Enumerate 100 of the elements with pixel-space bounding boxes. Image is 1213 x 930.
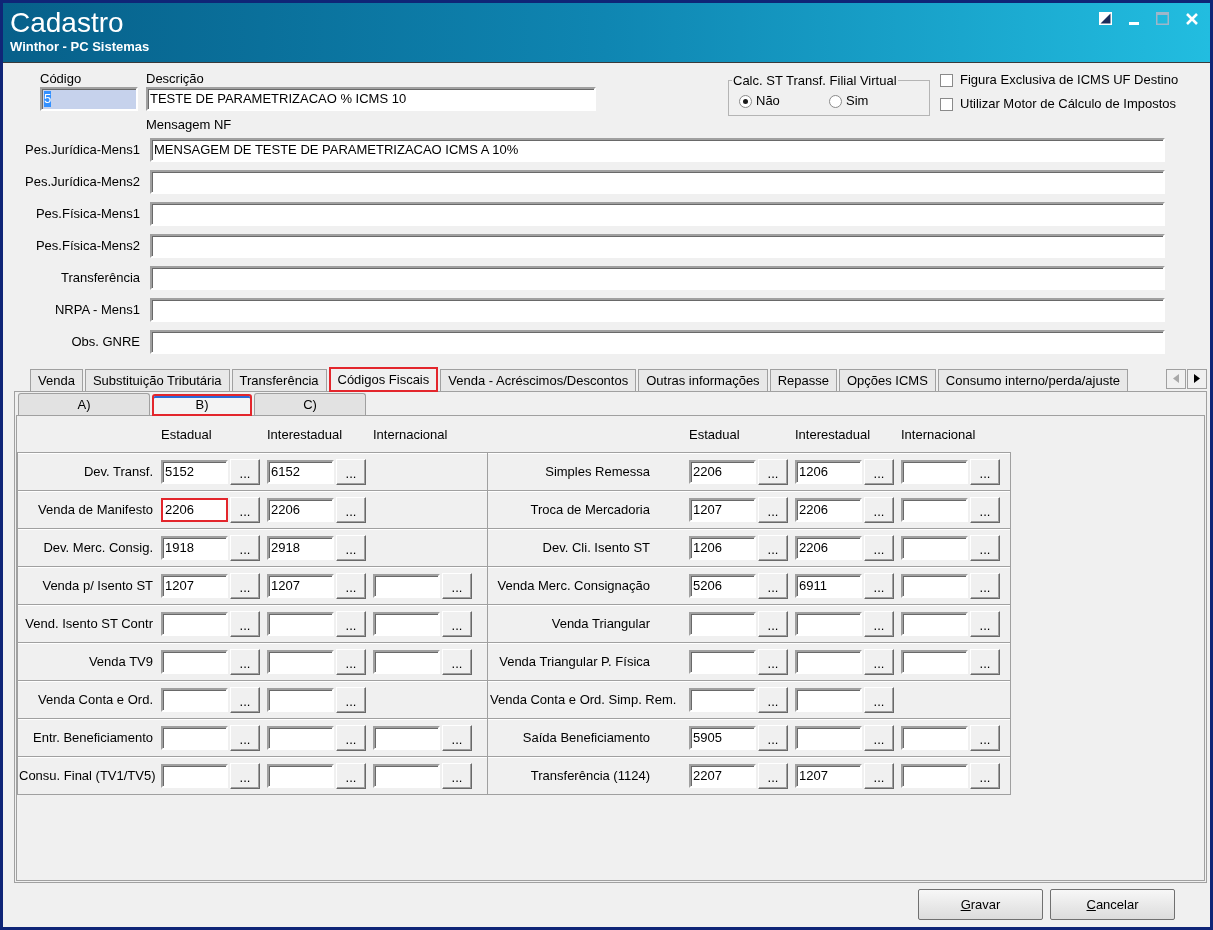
text-field[interactable] — [150, 170, 1165, 194]
lookup-button[interactable]: ... — [336, 497, 366, 523]
text-field[interactable] — [795, 612, 862, 636]
text-field[interactable]: 6152 — [267, 460, 334, 484]
lookup-button[interactable]: ... — [336, 611, 366, 637]
text-field[interactable]: 1206 — [795, 460, 862, 484]
lookup-button[interactable]: ... — [864, 573, 894, 599]
lookup-button[interactable]: ... — [758, 497, 788, 523]
text-field[interactable] — [795, 650, 862, 674]
lookup-button[interactable]: ... — [230, 497, 260, 523]
text-field[interactable] — [267, 726, 334, 750]
text-field[interactable] — [901, 764, 968, 788]
tab[interactable]: Consumo interno/perda/ajuste — [937, 369, 1129, 391]
text-field[interactable]: 6911 — [795, 574, 862, 598]
text-field[interactable] — [901, 460, 968, 484]
text-field[interactable] — [373, 764, 440, 788]
text-field[interactable]: 1207 — [267, 574, 334, 598]
lookup-button[interactable]: ... — [970, 649, 1000, 675]
text-field[interactable] — [267, 764, 334, 788]
lookup-button[interactable]: ... — [230, 611, 260, 637]
dialog-button[interactable]: Gravar — [918, 889, 1043, 920]
text-field[interactable]: 5206 — [689, 574, 756, 598]
lookup-button[interactable]: ... — [758, 687, 788, 713]
text-field[interactable] — [901, 498, 968, 522]
lookup-button[interactable]: ... — [864, 497, 894, 523]
lookup-button[interactable]: ... — [442, 573, 472, 599]
lookup-button[interactable]: ... — [864, 459, 894, 485]
text-field[interactable]: 1207 — [689, 498, 756, 522]
text-field[interactable]: TESTE DE PARAMETRIZACAO % ICMS 10 — [146, 87, 596, 111]
tab[interactable]: Outras informações — [638, 369, 768, 391]
text-field[interactable] — [161, 650, 228, 674]
lookup-button[interactable]: ... — [442, 725, 472, 751]
tab[interactable]: Venda — [30, 369, 83, 391]
tab[interactable]: Repasse — [769, 369, 837, 391]
lookup-button[interactable]: ... — [970, 763, 1000, 789]
lookup-button[interactable]: ... — [864, 535, 894, 561]
lookup-button[interactable]: ... — [442, 763, 472, 789]
text-field[interactable]: 5152 — [161, 460, 228, 484]
text-field[interactable] — [161, 612, 228, 636]
lookup-button[interactable]: ... — [970, 497, 1000, 523]
text-field[interactable] — [901, 612, 968, 636]
lookup-button[interactable]: ... — [864, 763, 894, 789]
tab[interactable]: Opções ICMS — [838, 369, 936, 391]
text-field[interactable]: 2206 — [267, 498, 334, 522]
text-field[interactable] — [267, 650, 334, 674]
lookup-button[interactable]: ... — [758, 573, 788, 599]
lookup-button[interactable]: ... — [864, 611, 894, 637]
lookup-button[interactable]: ... — [336, 687, 366, 713]
text-field[interactable] — [150, 266, 1165, 290]
tab[interactable]: Venda - Acréscimos/Descontos — [440, 369, 637, 391]
lookup-button[interactable]: ... — [336, 649, 366, 675]
lookup-button[interactable]: ... — [336, 459, 366, 485]
text-field[interactable] — [689, 612, 756, 636]
checkbox[interactable] — [940, 73, 953, 87]
text-field[interactable] — [901, 650, 968, 674]
text-field[interactable] — [150, 298, 1165, 322]
lookup-button[interactable]: ... — [230, 459, 260, 485]
text-field[interactable]: 1206 — [689, 536, 756, 560]
lookup-button[interactable]: ... — [970, 535, 1000, 561]
lookup-button[interactable]: ... — [230, 687, 260, 713]
lookup-button[interactable]: ... — [758, 649, 788, 675]
lookup-button[interactable]: ... — [230, 649, 260, 675]
lookup-button[interactable]: ... — [230, 725, 260, 751]
text-field[interactable] — [161, 688, 228, 712]
lookup-button[interactable]: ... — [970, 573, 1000, 599]
text-field[interactable] — [373, 650, 440, 674]
lookup-button[interactable]: ... — [864, 725, 894, 751]
text-field[interactable]: 2207 — [689, 764, 756, 788]
lookup-button[interactable]: ... — [758, 611, 788, 637]
radio-button[interactable] — [739, 94, 752, 108]
text-field[interactable] — [373, 574, 440, 598]
tab[interactable]: Substituição Tributária — [84, 369, 230, 391]
text-field[interactable] — [150, 234, 1165, 258]
text-field[interactable] — [161, 726, 228, 750]
text-field[interactable] — [689, 688, 756, 712]
lookup-button[interactable]: ... — [442, 611, 472, 637]
lookup-button[interactable]: ... — [442, 649, 472, 675]
text-field[interactable]: 2206 — [795, 536, 862, 560]
text-field[interactable]: 2918 — [267, 536, 334, 560]
text-field[interactable] — [795, 726, 862, 750]
text-field[interactable] — [161, 764, 228, 788]
tab[interactable]: Transferência — [231, 369, 327, 391]
diagonal-square-icon[interactable] — [1099, 12, 1112, 25]
lookup-button[interactable]: ... — [230, 535, 260, 561]
text-field[interactable]: 2206 — [689, 460, 756, 484]
text-field[interactable]: 5905 — [689, 726, 756, 750]
lookup-button[interactable]: ... — [970, 459, 1000, 485]
scroll-right-button[interactable] — [1187, 368, 1207, 389]
lookup-button[interactable]: ... — [336, 535, 366, 561]
lookup-button[interactable]: ... — [970, 725, 1000, 751]
tab[interactable]: Códigos Fiscais — [328, 367, 439, 392]
text-field[interactable]: 2206 — [161, 498, 228, 522]
tab[interactable]: A) — [18, 393, 150, 415]
lookup-button[interactable]: ... — [758, 725, 788, 751]
lookup-button[interactable]: ... — [758, 535, 788, 561]
lookup-button[interactable]: ... — [758, 459, 788, 485]
text-field[interactable]: 1918 — [161, 536, 228, 560]
text-field[interactable] — [689, 650, 756, 674]
text-field[interactable]: 1207 — [795, 764, 862, 788]
text-field[interactable] — [150, 330, 1165, 354]
